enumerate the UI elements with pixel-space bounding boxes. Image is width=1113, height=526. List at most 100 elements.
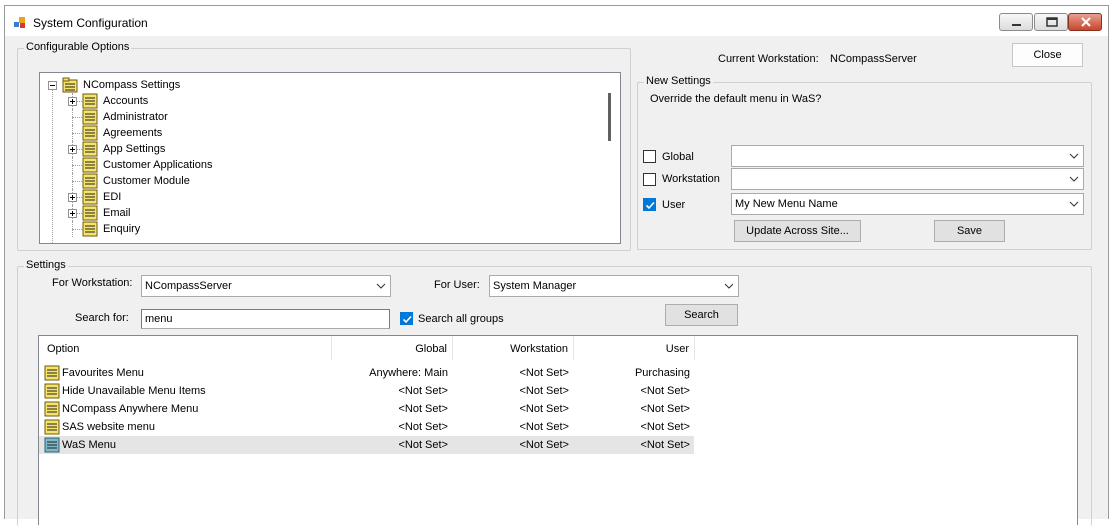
cell-workstation: <Not Set>	[519, 403, 569, 415]
settings-folder-icon	[82, 93, 98, 109]
list-header: Option Global Workstation User	[39, 336, 699, 360]
cell-user: <Not Set>	[640, 439, 690, 451]
search-all-groups-label: Search all groups	[418, 313, 504, 325]
search-all-groups-checkbox[interactable]	[400, 312, 413, 325]
cell-global: <Not Set>	[398, 403, 448, 415]
settings-folder-icon	[82, 189, 98, 205]
settings-folder-icon	[82, 205, 98, 221]
configurable-options-legend: Configurable Options	[24, 41, 132, 53]
search-input[interactable]: menu	[141, 309, 390, 329]
user-checkbox[interactable]	[643, 198, 656, 211]
col-header-workstation[interactable]: Workstation	[453, 336, 574, 360]
tree-scroll-thumb[interactable]	[608, 93, 611, 141]
tree-scrollbar[interactable]	[603, 73, 620, 243]
tree-item-label: Customer Module	[103, 175, 190, 187]
cell-user: <Not Set>	[640, 385, 690, 397]
cell-global: <Not Set>	[398, 439, 448, 451]
user-select[interactable]: My New Menu Name	[731, 193, 1084, 215]
cell-option: WaS Menu	[62, 439, 117, 451]
search-button[interactable]: Search	[665, 304, 738, 326]
chevron-down-icon	[1069, 176, 1079, 182]
setting-icon	[44, 383, 60, 399]
table-row[interactable]: Hide Unavailable Menu Items <Not Set> <Not…	[39, 382, 694, 400]
user-label: User	[662, 199, 686, 211]
workstation-checkbox[interactable]	[643, 173, 656, 186]
for-user-label: For User:	[434, 279, 480, 291]
save-button[interactable]: Save	[934, 220, 1005, 242]
chevron-down-icon	[376, 283, 386, 289]
title-bar[interactable]: System Configuration	[5, 6, 1108, 36]
checkmark-icon	[645, 201, 655, 210]
cell-option: NCompass Anywhere Menu	[62, 403, 199, 415]
cell-global: <Not Set>	[398, 385, 448, 397]
setting-icon	[44, 365, 60, 381]
cell-workstation: <Not Set>	[519, 439, 569, 451]
cell-user: <Not Set>	[640, 421, 690, 433]
update-across-site-button[interactable]: Update Across Site...	[734, 220, 861, 242]
cell-option: Favourites Menu	[62, 367, 144, 379]
workstation-select[interactable]	[731, 168, 1084, 190]
results-list[interactable]: Option Global Workstation User Favourite…	[38, 335, 1078, 525]
new-settings-legend: New Settings	[644, 75, 713, 87]
for-workstation-label: For Workstation:	[52, 277, 133, 289]
cell-workstation: <Not Set>	[519, 421, 569, 433]
settings-folder-icon	[82, 109, 98, 125]
expand-icon[interactable]	[68, 145, 77, 154]
settings-folder-icon	[82, 125, 98, 141]
table-row[interactable]: NCompass Anywhere Menu <Not Set> <Not Set>…	[39, 400, 694, 418]
close-icon	[1081, 17, 1091, 27]
setting-icon	[44, 401, 60, 417]
for-user-value: System Manager	[493, 280, 577, 292]
collapse-icon[interactable]	[48, 81, 57, 90]
col-header-user[interactable]: User	[574, 336, 695, 360]
minimize-button[interactable]	[999, 13, 1033, 31]
settings-folder-icon	[82, 173, 98, 189]
cell-option: Hide Unavailable Menu Items	[62, 385, 206, 397]
close-window-button[interactable]	[1068, 13, 1102, 31]
settings-folder-icon	[62, 77, 78, 93]
chevron-down-icon	[724, 283, 734, 289]
search-input-value: menu	[145, 313, 173, 325]
settings-folder-icon	[82, 141, 98, 157]
settings-folder-icon	[82, 221, 98, 237]
cell-workstation: <Not Set>	[519, 367, 569, 379]
global-select[interactable]	[731, 145, 1084, 167]
tree-item-label: EDI	[103, 191, 122, 203]
cell-option: SAS website menu	[62, 421, 155, 433]
search-for-label: Search for:	[75, 312, 129, 324]
maximize-icon	[1046, 17, 1058, 27]
expand-icon[interactable]	[68, 209, 77, 218]
cell-global: Anywhere: Main	[369, 367, 448, 379]
tree-item-label: Administrator	[103, 111, 168, 123]
col-header-global[interactable]: Global	[332, 336, 453, 360]
current-workstation-label: Current Workstation:	[718, 53, 819, 65]
for-workstation-select[interactable]: NCompassServer	[141, 275, 391, 297]
for-workstation-value: NCompassServer	[145, 280, 232, 292]
maximize-button[interactable]	[1034, 13, 1068, 31]
system-configuration-window: System Configuration Configurable Option…	[4, 5, 1109, 526]
minimize-icon	[1012, 24, 1021, 26]
setting-icon	[44, 419, 60, 435]
chevron-down-icon	[1069, 153, 1079, 159]
table-row[interactable]: WaS Menu <Not Set> <Not Set> <Not Set>	[39, 436, 694, 454]
window-title: System Configuration	[33, 16, 148, 30]
tree-item-label: Customer Applications	[103, 159, 213, 171]
tree-item-label: Enquiry	[103, 223, 141, 235]
for-user-select[interactable]: System Manager	[489, 275, 739, 297]
close-button[interactable]: Close	[1012, 43, 1083, 67]
current-workstation-value: NCompassServer	[830, 53, 917, 65]
expand-icon[interactable]	[68, 193, 77, 202]
table-row[interactable]: Favourites Menu Anywhere: Main <Not Set> Pu…	[39, 364, 694, 382]
setting-icon	[44, 437, 60, 453]
expand-icon[interactable]	[68, 97, 77, 106]
settings-legend: Settings	[24, 259, 68, 271]
col-header-option[interactable]: Option	[39, 336, 332, 360]
global-checkbox[interactable]	[643, 150, 656, 163]
checkmark-icon	[402, 315, 412, 324]
cell-workstation: <Not Set>	[519, 385, 569, 397]
tree-item-label: Agreements	[103, 127, 163, 139]
tree-item-label: Email	[103, 207, 131, 219]
cell-user: Purchasing	[634, 367, 690, 379]
options-tree[interactable]: NCompass Settings Accounts Administrator A…	[39, 72, 621, 244]
table-row[interactable]: SAS website menu <Not Set> <Not Set> <Not S…	[39, 418, 694, 436]
